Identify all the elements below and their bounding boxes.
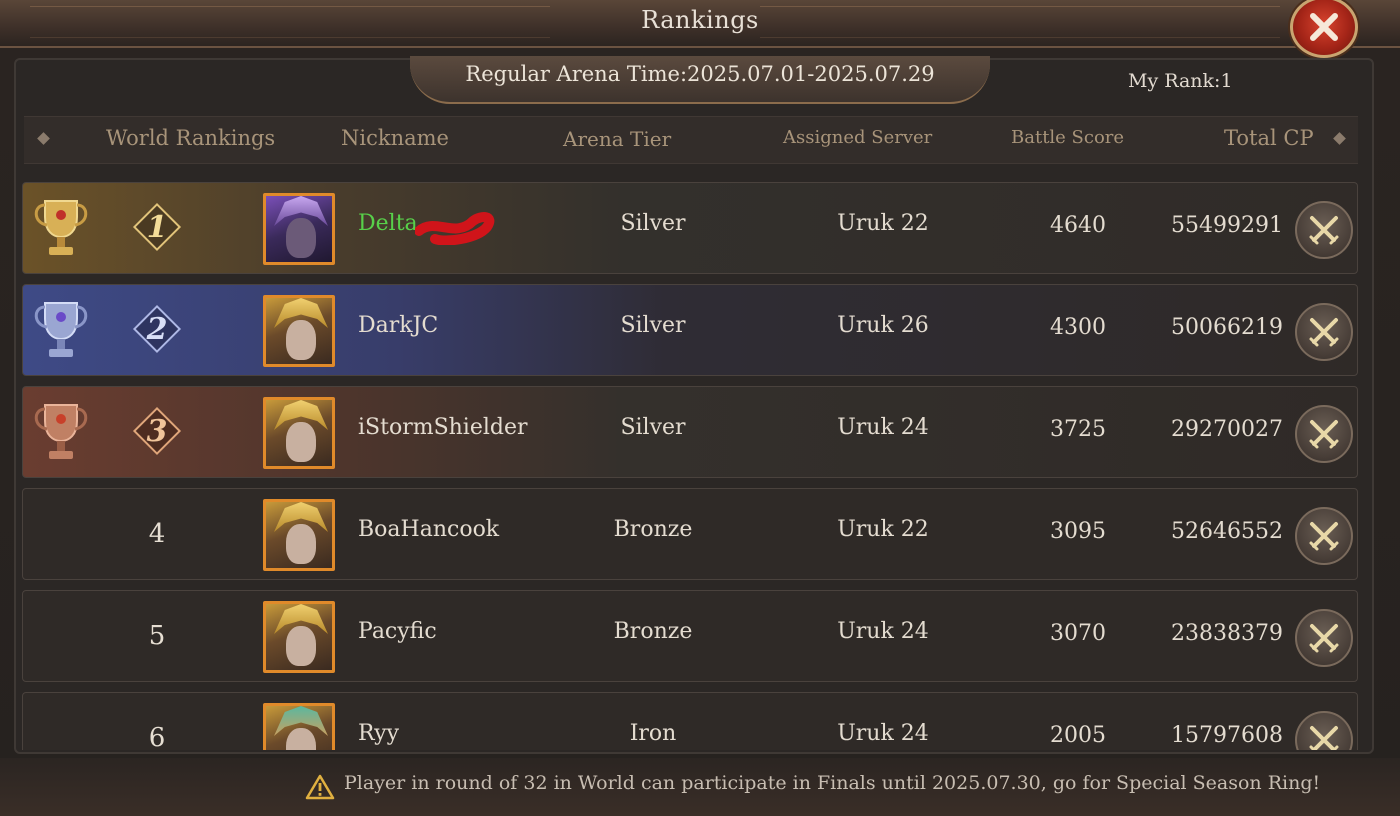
avatar[interactable] bbox=[263, 295, 335, 367]
challenge-button[interactable] bbox=[1295, 405, 1353, 463]
nickname: iStormShielder bbox=[358, 415, 528, 440]
avatar[interactable] bbox=[263, 601, 335, 673]
battle-score: 4300 bbox=[1050, 315, 1106, 340]
assigned-server: Uruk 24 bbox=[837, 415, 929, 440]
rank-number: 2 bbox=[146, 311, 168, 347]
total-cp: 55499291 bbox=[1171, 213, 1283, 238]
avatar[interactable] bbox=[263, 703, 335, 750]
battle-score: 2005 bbox=[1050, 723, 1106, 748]
assigned-server: Uruk 22 bbox=[837, 517, 929, 542]
footer-notice-bar: Player in round of 32 in World can parti… bbox=[0, 758, 1400, 816]
redaction-scribble bbox=[415, 212, 495, 245]
header-arena-tier: Arena Tier bbox=[563, 127, 672, 151]
battle-score: 3095 bbox=[1050, 519, 1106, 544]
crossed-swords-icon bbox=[1309, 522, 1339, 551]
battle-score: 3070 bbox=[1050, 621, 1106, 646]
challenge-button[interactable] bbox=[1295, 507, 1353, 565]
nickname: Ryy bbox=[358, 721, 400, 746]
table-row[interactable]: 2 DarkJC Silver Uruk 26 4300 50066219 bbox=[22, 284, 1358, 376]
crossed-swords-icon bbox=[1309, 624, 1339, 653]
challenge-button[interactable] bbox=[1295, 711, 1353, 750]
rank-number: 5 bbox=[148, 621, 166, 651]
rank-number: 4 bbox=[148, 519, 166, 549]
table-row[interactable]: 3 iStormShielder Silver Uruk 24 3725 292… bbox=[22, 386, 1358, 478]
nickname: BoaHancook bbox=[358, 517, 500, 542]
arena-time-text: Regular Arena Time:2025.07.01-2025.07.29 bbox=[465, 62, 935, 86]
total-cp: 15797608 bbox=[1171, 723, 1283, 748]
challenge-button[interactable] bbox=[1295, 201, 1353, 259]
rank-number: 1 bbox=[146, 209, 168, 245]
arena-tier: Silver bbox=[620, 313, 686, 338]
assigned-server: Uruk 24 bbox=[837, 619, 929, 644]
assigned-server: Uruk 22 bbox=[837, 211, 929, 236]
warning-icon bbox=[305, 774, 335, 800]
table-row[interactable]: 1 Delta Silver Uruk 22 4640 55499291 bbox=[22, 182, 1358, 274]
battle-score: 4640 bbox=[1050, 213, 1106, 238]
total-cp: 29270027 bbox=[1171, 417, 1283, 442]
diamond-icon bbox=[37, 132, 50, 145]
crossed-swords-icon bbox=[1309, 318, 1339, 347]
table-row[interactable]: 6 Ryy Iron Uruk 24 2005 15797608 bbox=[22, 692, 1358, 750]
window-title: Rankings bbox=[641, 6, 759, 34]
close-icon bbox=[1310, 13, 1338, 41]
total-cp: 50066219 bbox=[1171, 315, 1283, 340]
nickname: Delta bbox=[358, 211, 418, 236]
nickname: Pacyfic bbox=[358, 619, 437, 644]
crossed-swords-icon bbox=[1309, 216, 1339, 245]
header-battle-score: Battle Score bbox=[1011, 127, 1125, 148]
header-assigned-server: Assigned Server bbox=[783, 127, 933, 148]
header-world-rankings: World Rankings bbox=[106, 126, 276, 150]
rankings-list[interactable]: 1 Delta Silver Uruk 22 4640 55499291 2 D… bbox=[22, 180, 1360, 750]
rank-badge: 1 bbox=[132, 202, 182, 252]
rank-badge: 3 bbox=[132, 406, 182, 456]
challenge-button[interactable] bbox=[1295, 303, 1353, 361]
rank-number: 6 bbox=[148, 723, 166, 750]
arena-tier: Iron bbox=[629, 721, 677, 746]
diamond-icon bbox=[1333, 132, 1346, 145]
assigned-server: Uruk 24 bbox=[837, 721, 929, 746]
total-cp: 52646552 bbox=[1171, 519, 1283, 544]
title-bar: Rankings bbox=[0, 0, 1400, 48]
challenge-button[interactable] bbox=[1295, 609, 1353, 667]
nickname: DarkJC bbox=[358, 313, 439, 338]
gold-trophy-icon bbox=[34, 200, 88, 255]
bronze-trophy-icon bbox=[34, 404, 88, 459]
assigned-server: Uruk 26 bbox=[837, 313, 929, 338]
rankings-window: Rankings Regular Arena Time:2025.07.01-2… bbox=[0, 0, 1400, 816]
finals-notice: Player in round of 32 in World can parti… bbox=[344, 772, 1321, 794]
total-cp: 23838379 bbox=[1171, 621, 1283, 646]
crossed-swords-icon bbox=[1309, 726, 1339, 750]
crossed-swords-icon bbox=[1309, 420, 1339, 449]
silver-trophy-icon bbox=[34, 302, 88, 357]
arena-tier: Silver bbox=[620, 415, 686, 440]
arena-tier: Bronze bbox=[613, 517, 693, 542]
rank-badge: 2 bbox=[132, 304, 182, 354]
table-row[interactable]: 4 BoaHancook Bronze Uruk 22 3095 5264655… bbox=[22, 488, 1358, 580]
rank-number: 3 bbox=[146, 413, 168, 449]
arena-tier: Silver bbox=[620, 211, 686, 236]
table-row[interactable]: 5 Pacyfic Bronze Uruk 24 3070 23838379 bbox=[22, 590, 1358, 682]
arena-tier: Bronze bbox=[613, 619, 693, 644]
avatar[interactable] bbox=[263, 193, 335, 265]
header-nickname: Nickname bbox=[341, 126, 449, 150]
my-rank: My Rank:1 bbox=[1128, 70, 1233, 92]
avatar[interactable] bbox=[263, 397, 335, 469]
arena-time-banner: Regular Arena Time:2025.07.01-2025.07.29 bbox=[410, 56, 990, 104]
table-header: World Rankings Nickname Arena Tier Assig… bbox=[24, 116, 1358, 164]
header-total-cp: Total CP bbox=[1224, 126, 1314, 150]
battle-score: 3725 bbox=[1050, 417, 1106, 442]
avatar[interactable] bbox=[263, 499, 335, 571]
close-button[interactable] bbox=[1290, 0, 1358, 58]
